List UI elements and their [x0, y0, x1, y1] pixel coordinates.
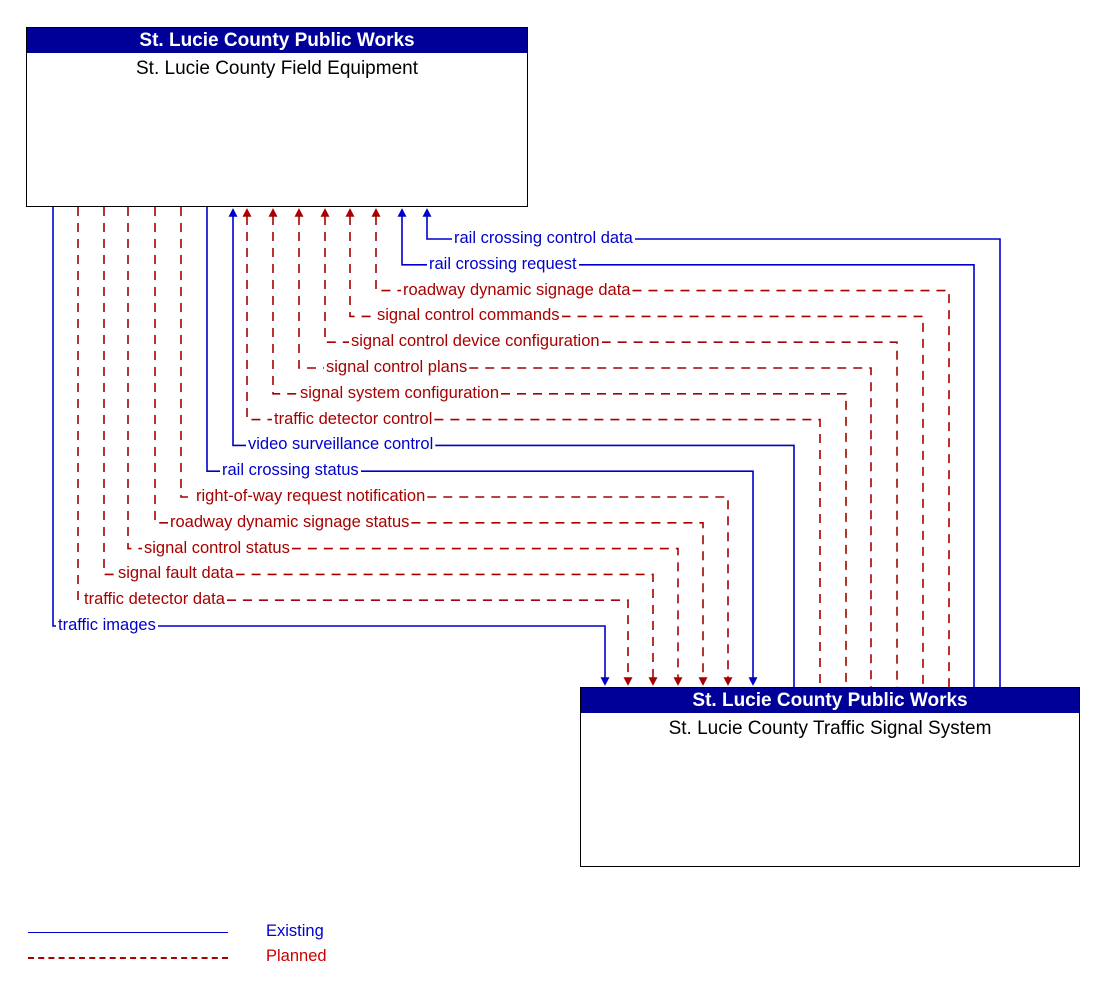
flow-label-f2[interactable]: roadway dynamic signage data	[401, 281, 633, 298]
flow-wire-f12-left	[127, 207, 143, 550]
flow-label-f15[interactable]: traffic images	[56, 617, 158, 633]
legend: Existing Planned	[26, 920, 386, 976]
flow-label-f11[interactable]: roadway dynamic signage status	[168, 514, 412, 530]
entity-traffic-signal-system[interactable]: St. Lucie County Public Works St. Lucie …	[580, 687, 1080, 867]
flow-wire-f13-left	[103, 207, 117, 576]
entity-field-equipment-name: St. Lucie County Field Equipment	[136, 58, 418, 79]
flow-label-f4[interactable]: signal control device configuration	[349, 333, 602, 349]
flow-wire-f7-right	[434, 418, 821, 687]
flow-wire-f2-left	[371, 208, 402, 292]
flow-label-f10[interactable]: right-of-way request notification	[194, 488, 428, 504]
flow-wire-f0-right	[634, 238, 1001, 687]
entity-field-equipment-stakeholder: St. Lucie County Public Works	[27, 28, 527, 53]
entity-traffic-signal-system-name: St. Lucie County Traffic Signal System	[668, 718, 992, 739]
flow-label-f12[interactable]: signal control status	[142, 539, 292, 556]
flow-wire-f10-left	[180, 207, 195, 498]
flow-wire-f11-left	[154, 207, 169, 524]
flow-wire-f6-right	[501, 393, 847, 687]
legend-item-existing: Existing	[26, 920, 386, 946]
flow-wire-f8-left	[228, 208, 247, 447]
flow-label-f3[interactable]: signal control commands	[375, 307, 562, 324]
flow-wire-f14-right	[226, 599, 633, 686]
flow-wire-f11-right	[411, 522, 708, 686]
flow-label-f6[interactable]: signal system configuration	[298, 385, 502, 401]
entity-field-equipment[interactable]: St. Lucie County Public Works St. Lucie …	[26, 27, 528, 207]
flow-wire-f4-right	[601, 341, 898, 687]
flow-label-f5[interactable]: signal control plans	[324, 359, 470, 375]
flow-wire-f3-right	[561, 315, 924, 687]
flow-label-f0[interactable]: rail crossing control data	[452, 230, 635, 246]
flow-wire-f13-right	[235, 573, 658, 686]
flow-wire-f6-left	[268, 208, 299, 395]
flow-wire-f14-left	[77, 207, 83, 601]
flow-label-f7[interactable]: traffic detector control	[272, 410, 435, 427]
legend-label-planned: Planned	[266, 947, 327, 965]
flow-wire-f0-left	[422, 208, 453, 240]
flow-wire-f15-right	[157, 625, 610, 686]
legend-label-existing: Existing	[266, 922, 324, 940]
entity-traffic-signal-system-stakeholder: St. Lucie County Public Works	[581, 688, 1079, 713]
flow-label-f13[interactable]: signal fault data	[116, 565, 236, 582]
flow-wire-f15-left	[52, 207, 57, 627]
flow-wire-f2-right	[632, 289, 950, 687]
flow-wire-f1-right	[578, 264, 975, 687]
flow-wire-f5-left	[294, 208, 325, 369]
legend-line-existing-icon	[28, 932, 228, 933]
flow-wire-f3-left	[345, 208, 376, 318]
flow-label-f1[interactable]: rail crossing request	[427, 256, 579, 272]
flow-wire-f5-right	[469, 367, 872, 687]
legend-item-planned: Planned	[26, 945, 386, 971]
flow-wire-f9-left	[206, 207, 221, 472]
architecture-flow-diagram: St. Lucie County Public Works St. Lucie …	[0, 0, 1102, 999]
flow-wire-f7-left	[242, 208, 273, 421]
flow-wire-f4-left	[320, 208, 350, 343]
flow-wire-f10-right	[427, 496, 733, 686]
flow-wire-f8-right	[435, 444, 795, 687]
flow-wire-f12-right	[291, 547, 683, 686]
flow-label-f8[interactable]: video surveillance control	[246, 436, 436, 453]
flow-label-f9[interactable]: rail crossing status	[220, 462, 361, 478]
flow-label-f14[interactable]: traffic detector data	[82, 591, 227, 607]
flow-wire-f1-left	[397, 208, 428, 266]
legend-line-planned-icon	[28, 957, 228, 959]
